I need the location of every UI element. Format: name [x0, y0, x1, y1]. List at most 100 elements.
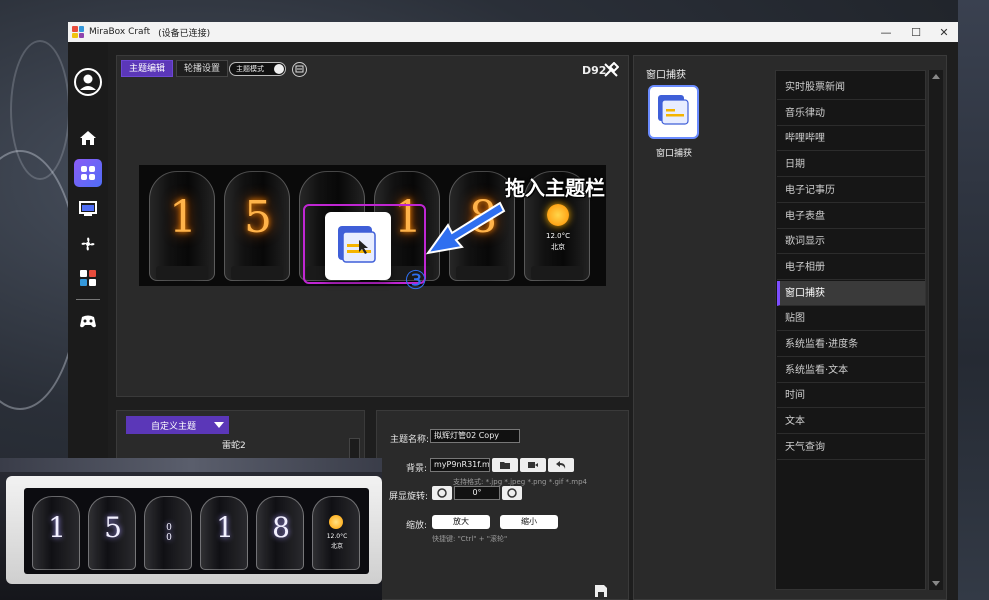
sun-icon	[547, 204, 569, 226]
tools-icon	[604, 61, 620, 77]
zoom-out-button[interactable]: 缩小	[500, 515, 558, 529]
maximize-button[interactable]: ☐	[901, 22, 931, 42]
rotate-value[interactable]: 0°	[454, 486, 500, 500]
device-screen: 1 5 0 0 1 8 12.0°C 北京	[24, 488, 369, 574]
device-digit: 8	[272, 511, 290, 544]
component-list-item[interactable]: 贴图	[777, 306, 925, 332]
sidebar-item-themes[interactable]	[74, 159, 102, 187]
device-digit: 5	[104, 511, 122, 544]
scroll-up-icon[interactable]	[932, 74, 940, 79]
background-input[interactable]: myP9nR31f.mp4	[430, 458, 490, 472]
window-capture-icon	[338, 226, 376, 263]
device-digit: 1	[48, 511, 66, 544]
rotate-right-button[interactable]	[502, 486, 522, 500]
user-icon	[74, 68, 102, 96]
component-list-item[interactable]: 时间	[777, 383, 925, 409]
title-bar: MiraBox Craft (设备已连接) — ☐ ✕	[68, 22, 958, 42]
video-button[interactable]	[520, 458, 546, 472]
device-video-overlay: 1 5 0 0 1 8 12.0°C 北京	[0, 458, 382, 600]
background-label: 背景:	[406, 464, 428, 474]
device-digit: 0 0	[166, 523, 172, 543]
sidebar-item-home[interactable]	[74, 124, 102, 152]
component-list-item[interactable]: 日期	[777, 152, 925, 178]
rotate-right-icon	[507, 488, 517, 498]
window-capture-icon	[658, 95, 689, 125]
nixie-tube: 1	[149, 171, 215, 281]
weather-temp: 12.0°C	[546, 232, 570, 240]
app-logo-icon	[72, 26, 84, 38]
device-digit: 1	[216, 511, 234, 544]
connection-status: (设备已连接)	[158, 28, 211, 39]
component-list-item[interactable]: 歌词显示	[777, 229, 925, 255]
printer-icon	[295, 65, 304, 73]
component-list-item[interactable]: 电子记事历	[777, 178, 925, 203]
close-button[interactable]: ✕	[929, 22, 959, 42]
device-tube: 5	[88, 496, 136, 570]
component-list-item[interactable]: 天气查询	[777, 435, 925, 460]
component-list-item[interactable]: 电子表盘	[777, 204, 925, 229]
component-list-item[interactable]: 窗口捕获	[777, 280, 925, 306]
rotate-left-icon	[437, 488, 447, 498]
plugins-icon	[80, 270, 96, 286]
step-number: ③	[404, 266, 428, 296]
sidebar-item-controller[interactable]	[74, 308, 102, 336]
scroll-down-icon[interactable]	[932, 581, 940, 586]
theme-name: 雷蛇2	[222, 441, 246, 451]
toggle-knob	[274, 64, 284, 74]
component-list-item[interactable]: 音乐律动	[777, 101, 925, 126]
device-weather-city: 北京	[330, 543, 343, 550]
undo-button[interactable]	[548, 458, 574, 472]
print-button[interactable]	[292, 62, 307, 77]
folder-icon	[500, 462, 510, 469]
annotation-arrow	[425, 201, 506, 255]
theme-dropdown-label: 自定义主题	[151, 422, 197, 432]
theme-name-input[interactable]: 拟辉灯管02 Copy	[430, 429, 520, 443]
device-tube-weather: 12.0°C 北京	[312, 496, 360, 570]
app-name: MiraBox Craft	[89, 27, 151, 37]
wallpaper-swirl	[10, 40, 70, 180]
theme-mode-toggle[interactable]: 主题模式	[229, 62, 286, 76]
save-button[interactable]	[594, 584, 610, 600]
dragged-widget[interactable]	[325, 212, 391, 280]
device-tube: 0 0	[144, 496, 192, 570]
component-list-item[interactable]: 哔哩哔哩	[777, 126, 925, 152]
component-list-item[interactable]: 文本	[777, 409, 925, 435]
folder-button[interactable]	[492, 458, 518, 472]
tube-digit: 5	[244, 192, 272, 243]
nixie-tube: 5	[224, 171, 290, 281]
weather-city: 北京	[551, 243, 565, 251]
wallpaper-right	[958, 0, 989, 600]
component-list-item[interactable]: 系统监看·进度条	[777, 332, 925, 357]
tab-carousel[interactable]: 轮播设置	[176, 60, 229, 77]
list-scrollbar[interactable]	[928, 70, 943, 590]
zoom-label: 缩放:	[406, 521, 428, 531]
physical-device: 1 5 0 0 1 8 12.0°C 北京	[6, 476, 382, 584]
controller-icon	[80, 315, 96, 328]
home-icon	[80, 131, 96, 145]
annotation-text: 拖入主题栏	[505, 176, 605, 200]
video-icon	[528, 462, 538, 468]
rotate-left-button[interactable]	[432, 486, 452, 500]
tube-digit: 1	[169, 192, 197, 243]
chevron-down-icon	[214, 422, 224, 428]
tab-theme-edit[interactable]: 主题编辑	[121, 60, 174, 77]
device-weather-temp: 12.0°C	[326, 533, 348, 540]
tools-button[interactable]	[603, 61, 620, 78]
window-capture-label: 窗口捕获	[656, 149, 693, 159]
minimize-button[interactable]: —	[871, 22, 901, 42]
zoom-in-button[interactable]: 放大	[432, 515, 490, 529]
theme-dropdown[interactable]: 自定义主题	[126, 416, 229, 434]
overlay-screen-strip	[0, 458, 382, 472]
sidebar-item-fan[interactable]	[74, 230, 102, 258]
monitor-icon	[79, 201, 97, 216]
component-list-item[interactable]: 电子相册	[777, 255, 925, 280]
device-tube: 8	[256, 496, 304, 570]
user-avatar[interactable]	[74, 68, 102, 96]
window-capture-widget[interactable]	[648, 85, 699, 139]
grid-icon	[81, 166, 95, 180]
component-list-item[interactable]: 系统监看·文本	[777, 358, 925, 383]
sidebar-item-screen[interactable]	[74, 195, 102, 223]
component-list-item[interactable]: 实时股票新闻	[777, 75, 925, 100]
sidebar-item-plugins[interactable]	[74, 264, 102, 292]
rotate-label: 屏显旋转:	[389, 492, 429, 502]
